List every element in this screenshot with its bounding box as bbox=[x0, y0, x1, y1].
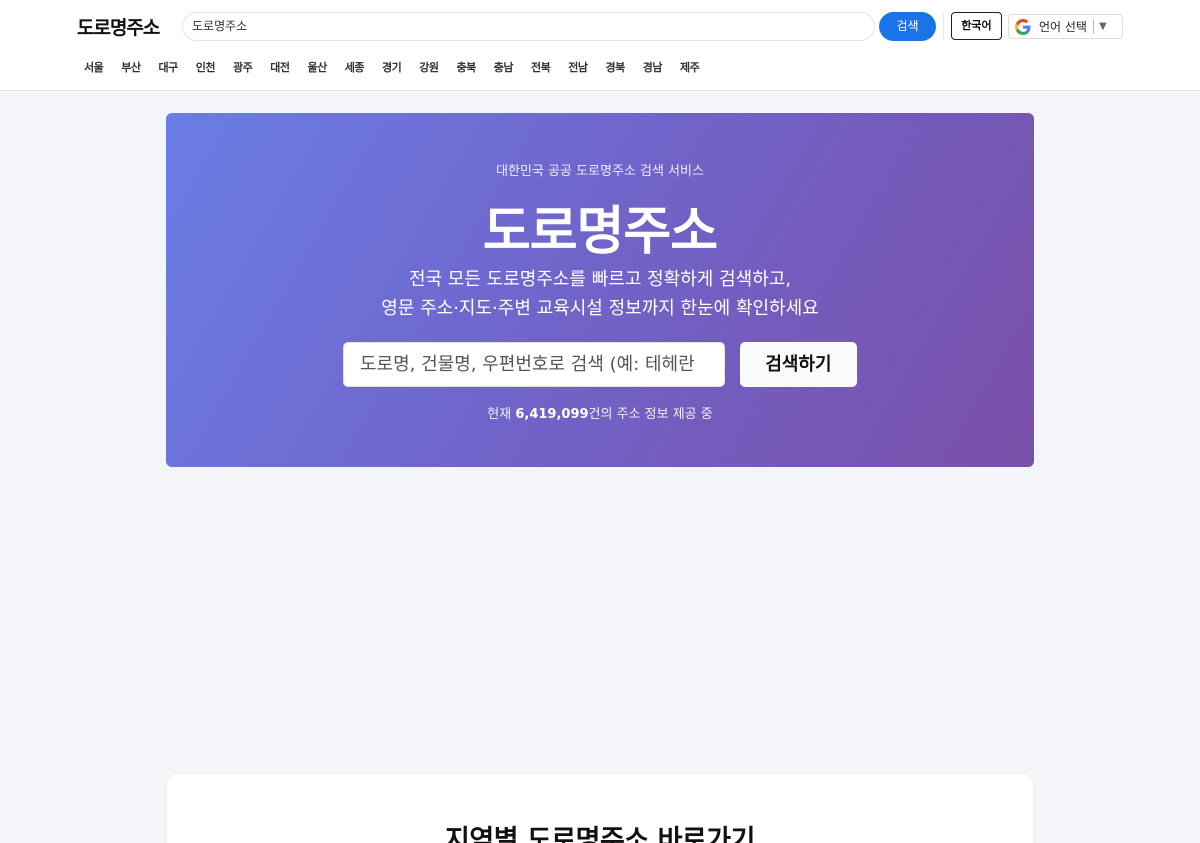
region-link-seoul[interactable]: 서울 bbox=[84, 59, 104, 75]
region-link-gyeongnam[interactable]: 경남 bbox=[643, 59, 663, 75]
region-link-chungnam[interactable]: 충남 bbox=[494, 59, 514, 75]
region-link-gyeongbuk[interactable]: 경북 bbox=[606, 59, 626, 75]
region-nav: 서울 부산 대구 인천 광주 대전 울산 세종 경기 강원 충북 충남 전북 전… bbox=[84, 59, 717, 75]
header-divider bbox=[943, 13, 944, 39]
google-translate-select[interactable]: 언어 선택 ▼ bbox=[1008, 14, 1123, 39]
translate-separator bbox=[1092, 19, 1094, 34]
region-link-jeonbuk[interactable]: 전북 bbox=[531, 59, 551, 75]
search-input[interactable]: 도로명주소 bbox=[182, 12, 875, 41]
hero-search-button[interactable]: 검색하기 bbox=[740, 342, 857, 387]
search-button[interactable]: 검색 bbox=[879, 12, 936, 41]
hero-search-input[interactable]: 도로명, 건물명, 우편번호로 검색 (예: 테헤란 bbox=[343, 342, 725, 387]
region-link-chungbuk[interactable]: 충북 bbox=[457, 59, 477, 75]
top-header: 도로명주소 도로명주소 검색 한국어 언어 선택 ▼ 서울 부산 대구 인천 광… bbox=[0, 0, 1200, 91]
region-link-busan[interactable]: 부산 bbox=[121, 59, 141, 75]
region-shortcut-card: 지역별 도로명주소 바로가기 bbox=[166, 773, 1034, 843]
hero-title: 도로명주소 bbox=[482, 202, 718, 262]
region-link-gangwon[interactable]: 강원 bbox=[419, 59, 439, 75]
site-logo[interactable]: 도로명주소 bbox=[77, 13, 160, 40]
region-link-incheon[interactable]: 인천 bbox=[196, 59, 216, 75]
stat-prefix: 현재 bbox=[487, 407, 516, 422]
region-link-sejong[interactable]: 세종 bbox=[345, 59, 365, 75]
address-count-stat: 현재 6,419,099건의 주소 정보 제공 중 bbox=[166, 403, 1034, 422]
google-g-icon bbox=[1015, 18, 1031, 35]
hero-banner: 대한민국 공공 도로명주소 검색 서비스 도로명주소 전국 모든 도로명주소를 … bbox=[166, 113, 1034, 467]
hero-kicker: 대한민국 공공 도로명주소 검색 서비스 bbox=[496, 164, 704, 179]
chevron-down-icon: ▼ bbox=[1098, 21, 1107, 32]
language-button[interactable]: 한국어 bbox=[951, 12, 1002, 40]
region-link-daegu[interactable]: 대구 bbox=[159, 59, 179, 75]
translate-label: 언어 선택 bbox=[1039, 20, 1087, 34]
region-link-daejeon[interactable]: 대전 bbox=[270, 59, 290, 75]
stat-suffix: 건의 주소 정보 제공 중 bbox=[588, 407, 713, 422]
region-link-jeonnam[interactable]: 전남 bbox=[568, 59, 588, 75]
region-section-title: 지역별 도로명주소 바로가기 bbox=[445, 825, 755, 843]
hero-desc-line-1: 전국 모든 도로명주소를 빠르고 정확하게 검색하고, bbox=[408, 269, 792, 290]
hero-description: 전국 모든 도로명주소를 빠르고 정확하게 검색하고, 영문 주소·지도·주변 … bbox=[166, 265, 1034, 323]
stat-count: 6,419,099 bbox=[515, 407, 589, 422]
hero-desc-line-2: 영문 주소·지도·주변 교육시설 정보까지 한눈에 확인하세요 bbox=[381, 298, 819, 319]
region-link-gwangju[interactable]: 광주 bbox=[233, 59, 253, 75]
region-link-gyeonggi[interactable]: 경기 bbox=[382, 59, 402, 75]
region-link-ulsan[interactable]: 울산 bbox=[308, 59, 328, 75]
region-link-jeju[interactable]: 제주 bbox=[680, 59, 700, 75]
